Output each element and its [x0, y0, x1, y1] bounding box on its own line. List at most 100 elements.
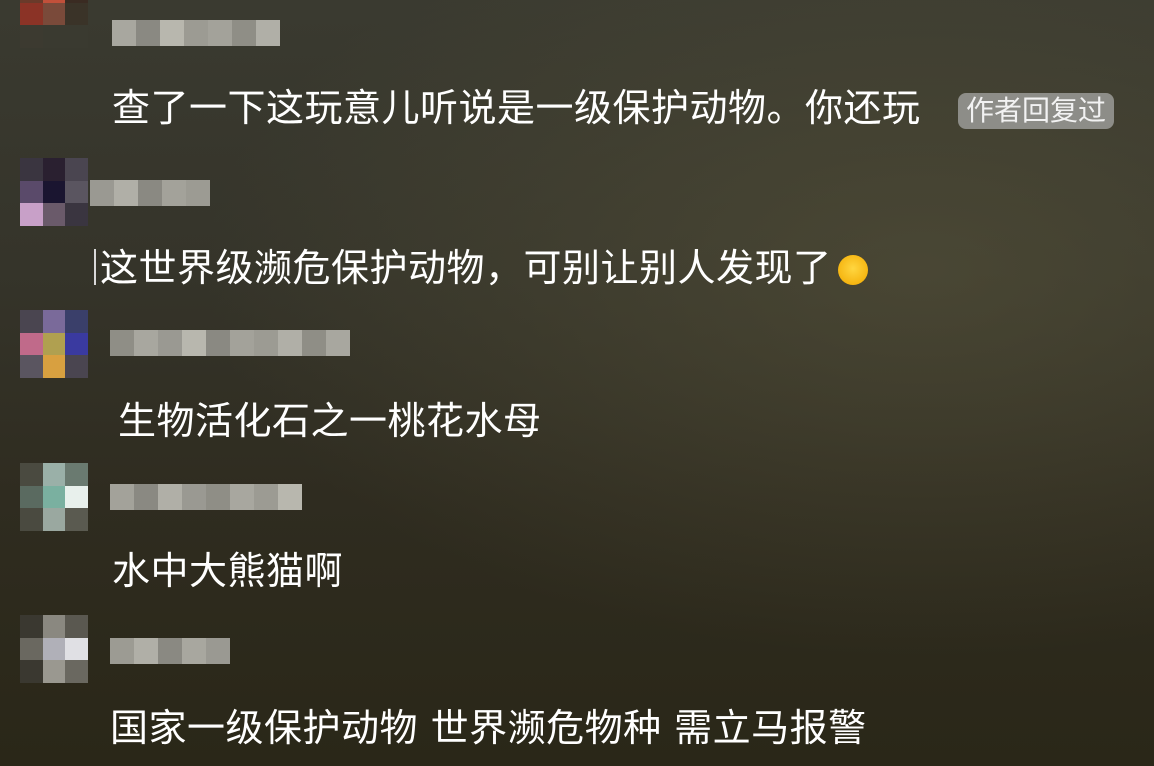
username-pixel — [206, 484, 230, 510]
avatar-pixel — [42, 25, 66, 48]
username-pixel — [232, 20, 256, 46]
username-pixel — [230, 330, 254, 356]
username-pixel — [158, 638, 182, 664]
avatar-pixel — [20, 158, 43, 181]
username-pixel — [134, 330, 158, 356]
username-pixel — [256, 20, 280, 46]
username-pixel — [114, 180, 138, 206]
comment-text-content: 生物活化石之一桃花水母 — [118, 399, 542, 443]
avatar-pixel — [20, 180, 43, 204]
username-pixel — [182, 484, 206, 510]
avatar-pixel — [65, 355, 88, 378]
avatar-pixel — [20, 332, 43, 356]
username-pixel — [208, 20, 232, 46]
username-pixel — [182, 638, 206, 664]
avatar[interactable] — [20, 158, 88, 226]
avatar-pixel — [20, 615, 43, 638]
avatar-pixel — [65, 485, 88, 509]
avatar-pixel — [42, 508, 66, 531]
username-pixel — [158, 484, 182, 510]
username[interactable] — [90, 180, 210, 206]
avatar-pixel — [65, 660, 88, 683]
username-pixel — [230, 484, 254, 510]
username-pixel — [136, 20, 160, 46]
username-pixel — [254, 330, 278, 356]
comment-text: 查了一下这玩意儿听说是一级保护动物。你还玩 — [112, 85, 921, 131]
comment-text: 国家一级保护动物 世界濒危物种 需立马报警 — [110, 705, 867, 751]
avatar-pixel — [65, 2, 88, 26]
avatar-pixel — [20, 25, 43, 48]
username-pixel — [206, 638, 230, 664]
author-replied-badge: 作者回复过 — [958, 93, 1115, 129]
avatar-pixel — [42, 637, 66, 661]
avatar-pixel — [42, 203, 66, 226]
comment-text: 这世界级濒危保护动物，可别让别人发现了 — [94, 245, 868, 291]
avatar-pixel — [20, 203, 43, 226]
avatar-pixel — [65, 637, 88, 661]
username[interactable] — [110, 638, 230, 664]
avatar-pixel — [20, 637, 43, 661]
username-pixel — [182, 330, 206, 356]
username-pixel — [110, 484, 134, 510]
avatar[interactable] — [20, 615, 88, 683]
text-cursor — [94, 249, 96, 285]
username-pixel — [184, 20, 208, 46]
avatar-pixel — [42, 310, 66, 333]
avatar-pixel — [20, 355, 43, 378]
avatar-pixel — [42, 180, 66, 204]
username-pixel — [278, 330, 302, 356]
avatar[interactable] — [20, 463, 88, 531]
comment-text: 水中大熊猫啊 — [112, 548, 343, 594]
avatar-pixel — [65, 158, 88, 181]
comment-text-content: 查了一下这玩意儿听说是一级保护动物。你还玩 — [112, 86, 921, 130]
avatar-pixel — [42, 615, 66, 638]
avatar-pixel — [20, 508, 43, 531]
username-pixel — [206, 330, 230, 356]
avatar-pixel — [65, 180, 88, 204]
avatar-pixel — [65, 25, 88, 48]
username-pixel — [162, 180, 186, 206]
avatar-pixel — [20, 463, 43, 486]
username-pixel — [326, 330, 350, 356]
avatar-pixel — [20, 310, 43, 333]
avatar-pixel — [42, 355, 66, 378]
comment-text: 生物活化石之一桃花水母 — [118, 398, 542, 444]
username-pixel — [134, 484, 158, 510]
avatar-pixel — [20, 660, 43, 683]
avatar-pixel — [42, 660, 66, 683]
avatar-pixel — [20, 2, 43, 26]
username[interactable] — [110, 330, 350, 356]
username-pixel — [160, 20, 184, 46]
avatar-pixel — [42, 463, 66, 486]
username-pixel — [186, 180, 210, 206]
username-pixel — [278, 484, 302, 510]
username[interactable] — [110, 484, 302, 510]
username[interactable] — [112, 20, 280, 46]
username-pixel — [112, 20, 136, 46]
comment-text-content: 这世界级濒危保护动物，可别让别人发现了 — [100, 246, 832, 290]
avatar-pixel — [20, 485, 43, 509]
avatar-pixel — [65, 463, 88, 486]
comment-text-content: 水中大熊猫啊 — [112, 549, 344, 593]
comment-text-content: 国家一级保护动物 世界濒危物种 需立马报警 — [110, 706, 867, 750]
avatar-pixel — [65, 508, 88, 531]
username-pixel — [138, 180, 162, 206]
avatar-pixel — [65, 615, 88, 638]
username-pixel — [134, 638, 158, 664]
laughing-emoji-icon — [837, 255, 868, 285]
avatar-pixel — [65, 332, 88, 356]
avatar[interactable] — [20, 310, 88, 378]
avatar-pixel — [42, 158, 66, 181]
username-pixel — [90, 180, 114, 206]
avatar-pixel — [65, 203, 88, 226]
avatar-pixel — [42, 2, 66, 26]
username-pixel — [254, 484, 278, 510]
username-pixel — [110, 330, 134, 356]
avatar-pixel — [42, 332, 66, 356]
avatar-pixel — [65, 310, 88, 333]
avatar-pixel — [42, 485, 66, 509]
username-pixel — [158, 330, 182, 356]
username-pixel — [110, 638, 134, 664]
avatar[interactable] — [20, 0, 88, 48]
username-pixel — [302, 330, 326, 356]
